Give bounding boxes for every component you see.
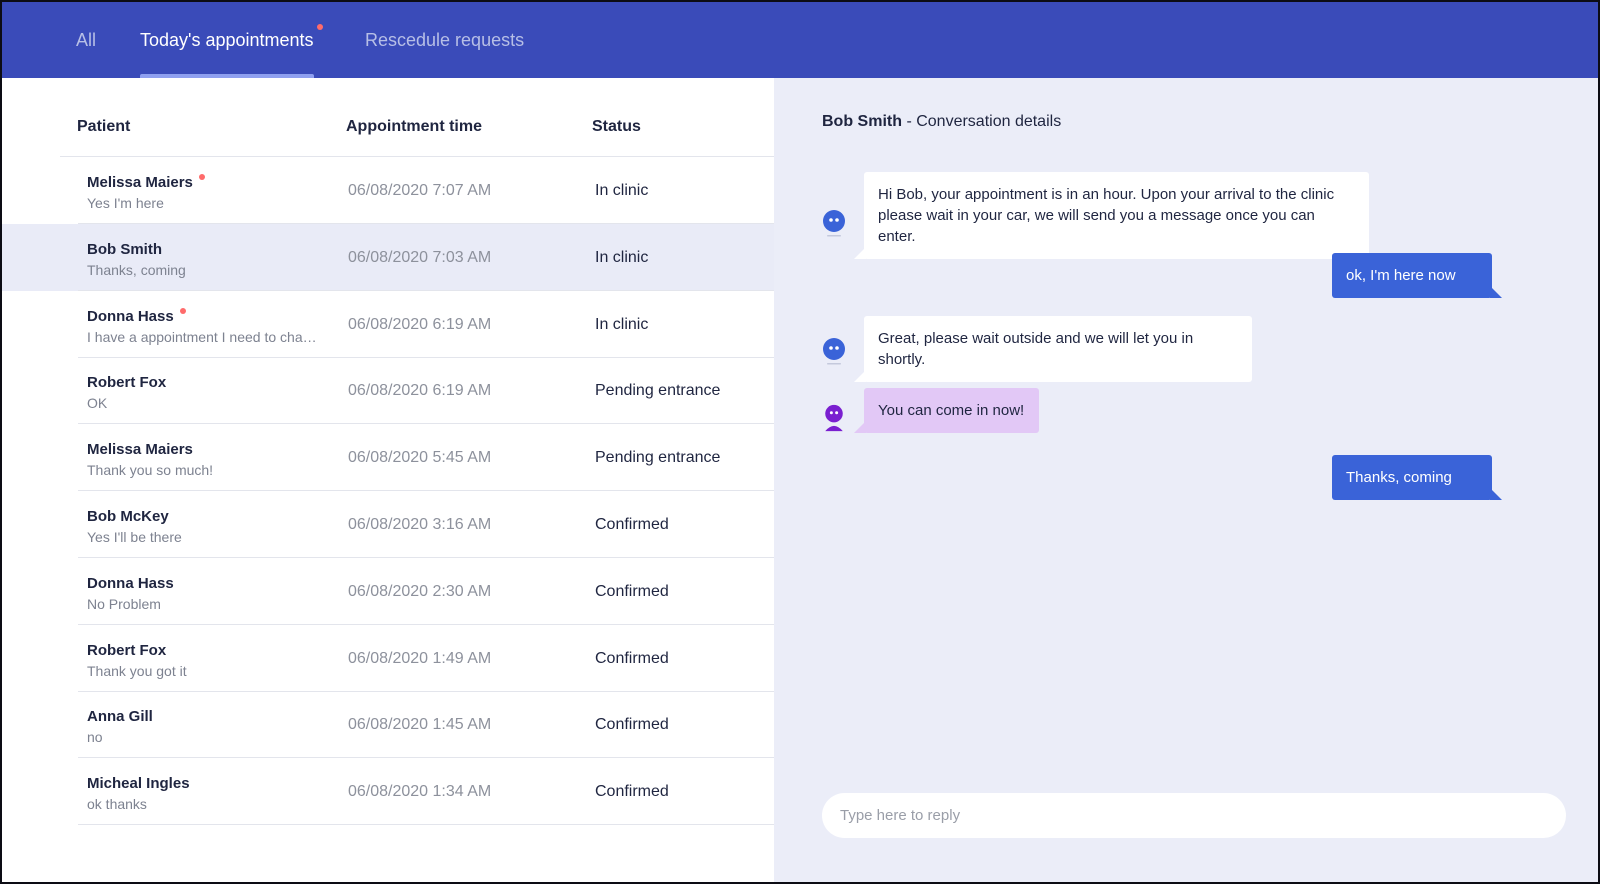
appointment-time: 06/08/2020 1:45 AM	[348, 716, 492, 734]
appointment-time: 06/08/2020 1:49 AM	[348, 649, 492, 667]
patient-name: Robert Fox	[87, 374, 166, 391]
patient-name-text: Robert Fox	[87, 641, 167, 659]
appointment-time: 06/08/2020 7:03 AM	[348, 248, 492, 266]
unread-dot	[316, 24, 323, 30]
tab-todays-appointments[interactable]: Today's appointments	[140, 2, 323, 78]
message-bubble-staff: You can come in now!	[854, 388, 1039, 433]
last-message: I have a appointment I need to change	[87, 328, 323, 345]
reply-input[interactable]	[822, 793, 1566, 838]
table-row[interactable]: Micheal Ingles ok thanks 06/08/2020 1:34 A…	[2, 758, 774, 826]
message-bubble-patient: Thanks, coming	[1332, 455, 1502, 500]
patient-name: Melissa Maiers	[87, 441, 193, 458]
column-header-status[interactable]: Status	[592, 118, 641, 136]
table-row[interactable]: Robert Fox OK 06/08/2020 6:19 AM Pending en…	[2, 357, 774, 425]
tab-reschedule-requests[interactable]: Rescedule requests	[365, 2, 524, 78]
conversation-patient-name: Bob Smith	[822, 113, 902, 130]
appointment-time: 06/08/2020 3:16 AM	[348, 516, 492, 533]
status-label: Confirmed	[595, 516, 669, 533]
conversation-title: Bob Smith - Conversation details	[822, 113, 1061, 131]
table-row[interactable]: Robert Fox Thank you got it 06/08/2020 1:4…	[2, 625, 774, 692]
patient-name: Bob Smith	[87, 241, 162, 258]
status-label: Confirmed	[595, 783, 669, 801]
row-divider	[78, 824, 774, 826]
message-bubble-bot: Great, please wait outside and we will l…	[854, 316, 1252, 382]
patient-name-text: Melissa Maiers	[87, 441, 193, 459]
message-bubble-patient: ok, I'm here now	[1332, 253, 1502, 298]
last-message: no	[87, 729, 103, 746]
patient-name: Bob McKey	[87, 508, 169, 525]
patient-name: Donna Hass	[87, 307, 186, 325]
appointment-time: 06/08/2020 2:30 AM	[348, 582, 492, 600]
bot-avatar-icon	[823, 210, 845, 237]
unread-dot	[198, 174, 205, 180]
staff-avatar-icon	[825, 404, 843, 432]
patient-name: Robert Fox	[87, 642, 166, 659]
appointment-time: 06/08/2020 1:34 AM	[348, 783, 492, 801]
table-row[interactable]: Melissa Maiers Yes I'm here 06/08/2020 7:0…	[2, 157, 774, 224]
column-header-appointment-time[interactable]: Appointment time	[346, 118, 482, 136]
message-text: ok, I'm here now	[1346, 267, 1456, 284]
message-text: Hi Bob, your appointment is in an hour. …	[878, 186, 1335, 245]
appointments-list-panel: Patient Appointment time Status Melissa …	[2, 78, 774, 882]
conversation-title-suffix: - Conversation details	[902, 113, 1062, 130]
message-text: Thanks, coming	[1346, 469, 1452, 486]
last-message: Thank you so much!	[87, 462, 214, 479]
patient-name: Melissa Maiers	[87, 174, 205, 191]
message-text: Great, please wait outside and we will l…	[878, 330, 1194, 368]
top-tab-bar: All Today's appointments Rescedule reque…	[2, 2, 1598, 78]
status-label: Pending entrance	[595, 382, 721, 400]
last-message: Thanks, coming	[87, 261, 186, 278]
tab-label: All	[76, 29, 97, 50]
status-label: In clinic	[595, 182, 649, 199]
table-row[interactable]: Bob Smith Thanks, coming 06/08/2020 7:03 A…	[2, 223, 774, 291]
app-window: All Today's appointments Rescedule reque…	[0, 0, 1600, 884]
table-row[interactable]: Anna Gill no 06/08/2020 1:45 AM Confirmed	[2, 691, 774, 759]
patient-name-text: Melissa Maiers	[87, 174, 193, 191]
table-row[interactable]: Donna Hass I have a appointment I need to…	[2, 291, 774, 358]
patient-name-text: Bob Smith	[87, 240, 162, 258]
conversation-panel: Bob Smith - Conversation details Hi Bob,…	[774, 78, 1598, 882]
bot-avatar-icon	[823, 338, 845, 365]
status-label: In clinic	[595, 315, 649, 333]
appointment-time: 06/08/2020 6:19 AM	[348, 382, 492, 400]
appointment-time: 06/08/2020 7:07 AM	[348, 182, 492, 199]
patient-name-text: Anna Gill	[87, 708, 153, 726]
last-message: No Problem	[87, 595, 161, 612]
last-message: OK	[87, 395, 108, 412]
status-label: In clinic	[595, 248, 649, 266]
last-message: Yes I'm here	[87, 195, 164, 211]
message-text: You can come in now!	[878, 402, 1025, 419]
tab-all[interactable]: All	[76, 2, 96, 78]
patient-name: Anna Gill	[87, 708, 153, 725]
patient-name-text: Micheal Ingles	[87, 775, 190, 793]
status-label: Confirmed	[595, 582, 669, 600]
last-message: ok thanks	[87, 796, 147, 813]
status-label: Confirmed	[595, 649, 669, 667]
patient-name-text: Robert Fox	[87, 374, 167, 392]
unread-dot	[179, 307, 186, 314]
patient-name-text: Donna Hass	[87, 574, 174, 592]
status-label: Pending entrance	[595, 449, 721, 467]
patient-name: Micheal Ingles	[87, 775, 190, 792]
table-row[interactable]: Bob McKey Yes I'll be there 06/08/2020 3:1…	[2, 491, 774, 558]
appointment-time: 06/08/2020 5:45 AM	[348, 449, 492, 467]
table-row[interactable]: Donna Hass No Problem 06/08/2020 2:30 AM Co…	[2, 558, 774, 625]
status-label: Confirmed	[595, 716, 669, 734]
table-row[interactable]: Melissa Maiers Thank you so much! 06/08/20…	[2, 424, 774, 492]
last-message: Yes I'll be there	[87, 529, 182, 545]
message-bubble-bot: Hi Bob, your appointment is in an hour. …	[854, 172, 1369, 259]
tab-label: Rescedule requests	[365, 29, 525, 50]
appointment-time: 06/08/2020 6:19 AM	[348, 315, 492, 333]
patient-name-text: Donna Hass	[87, 307, 174, 325]
last-message: Thank you got it	[87, 662, 187, 679]
patient-name-text: Bob McKey	[87, 508, 169, 525]
tab-label: Today's appointments	[140, 29, 314, 50]
patient-name: Donna Hass	[87, 575, 174, 592]
column-header-patient[interactable]: Patient	[77, 118, 130, 136]
